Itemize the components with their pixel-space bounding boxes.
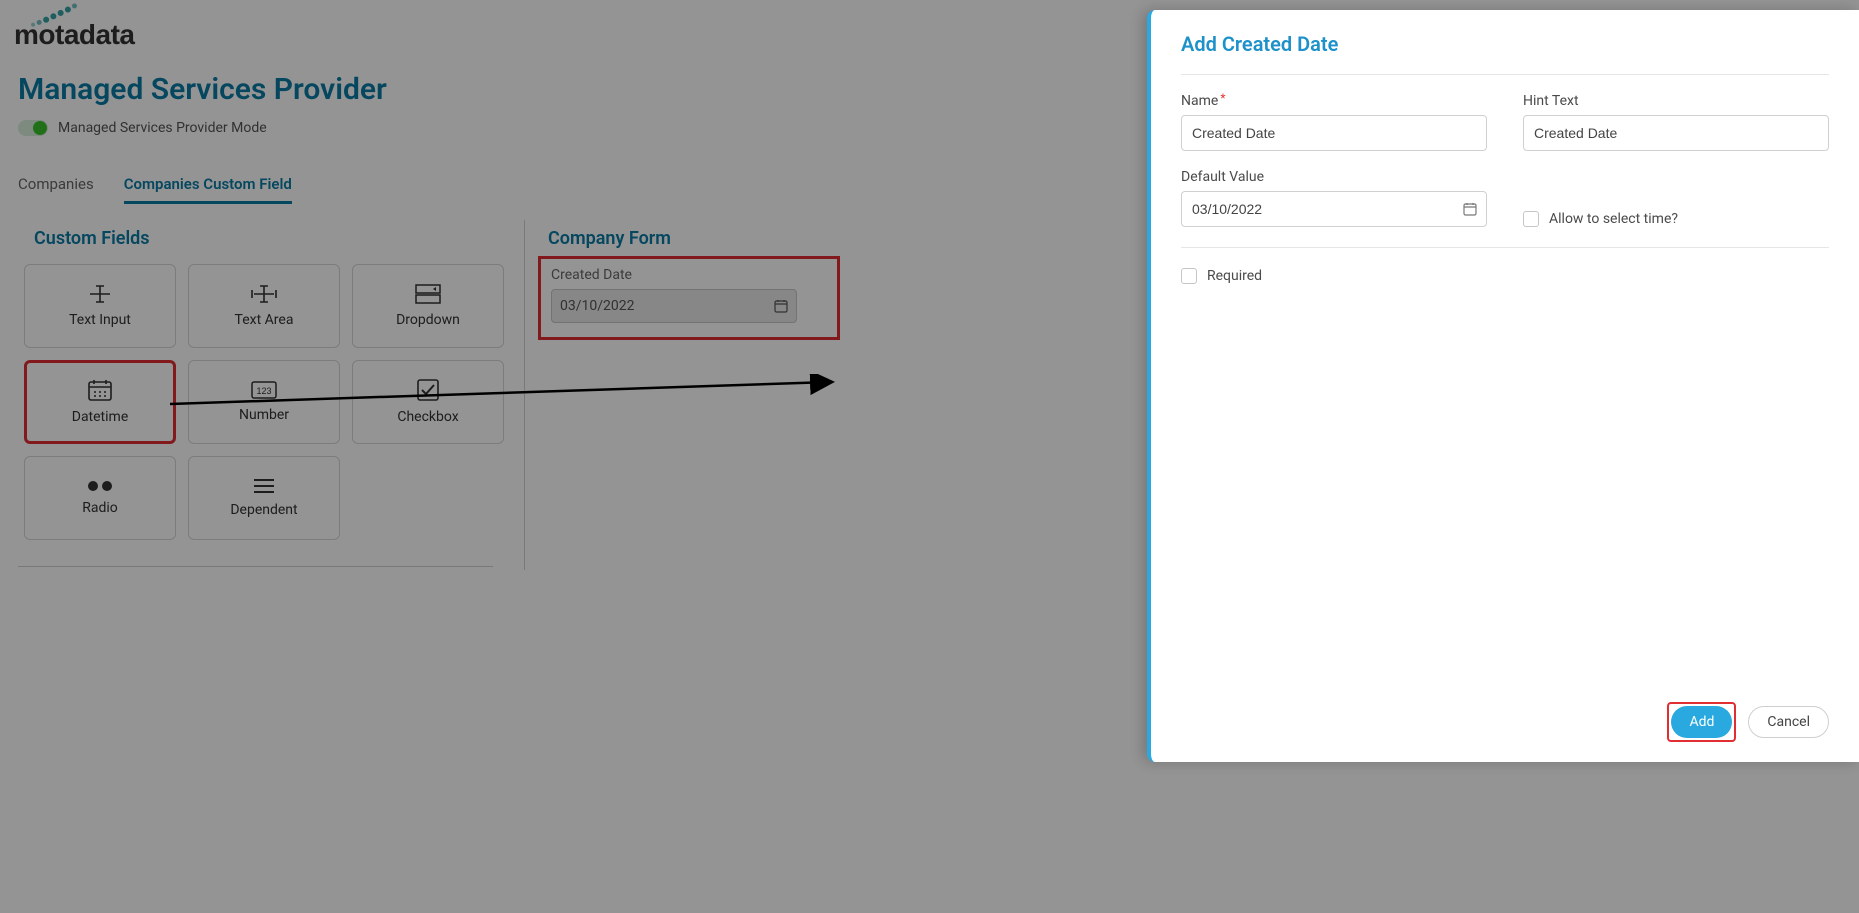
required-checkbox[interactable] xyxy=(1181,268,1197,284)
add-button[interactable]: Add xyxy=(1671,706,1732,738)
calendar-icon[interactable] xyxy=(1463,202,1477,216)
add-field-panel: Add Created Date Name Hint Text Default … xyxy=(1147,10,1859,762)
allow-time-label: Allow to select time? xyxy=(1549,211,1678,227)
add-button-highlight: Add xyxy=(1667,702,1736,742)
hint-input[interactable] xyxy=(1523,115,1829,151)
default-value-label: Default Value xyxy=(1181,169,1487,185)
default-value-input[interactable] xyxy=(1181,191,1487,227)
allow-time-checkbox[interactable] xyxy=(1523,211,1539,227)
cancel-button[interactable]: Cancel xyxy=(1748,706,1829,738)
hint-label: Hint Text xyxy=(1523,93,1829,109)
panel-title: Add Created Date xyxy=(1181,32,1829,56)
name-input[interactable] xyxy=(1181,115,1487,151)
name-label: Name xyxy=(1181,93,1487,109)
divider xyxy=(1181,247,1829,248)
divider xyxy=(1181,74,1829,75)
required-label: Required xyxy=(1207,268,1262,284)
